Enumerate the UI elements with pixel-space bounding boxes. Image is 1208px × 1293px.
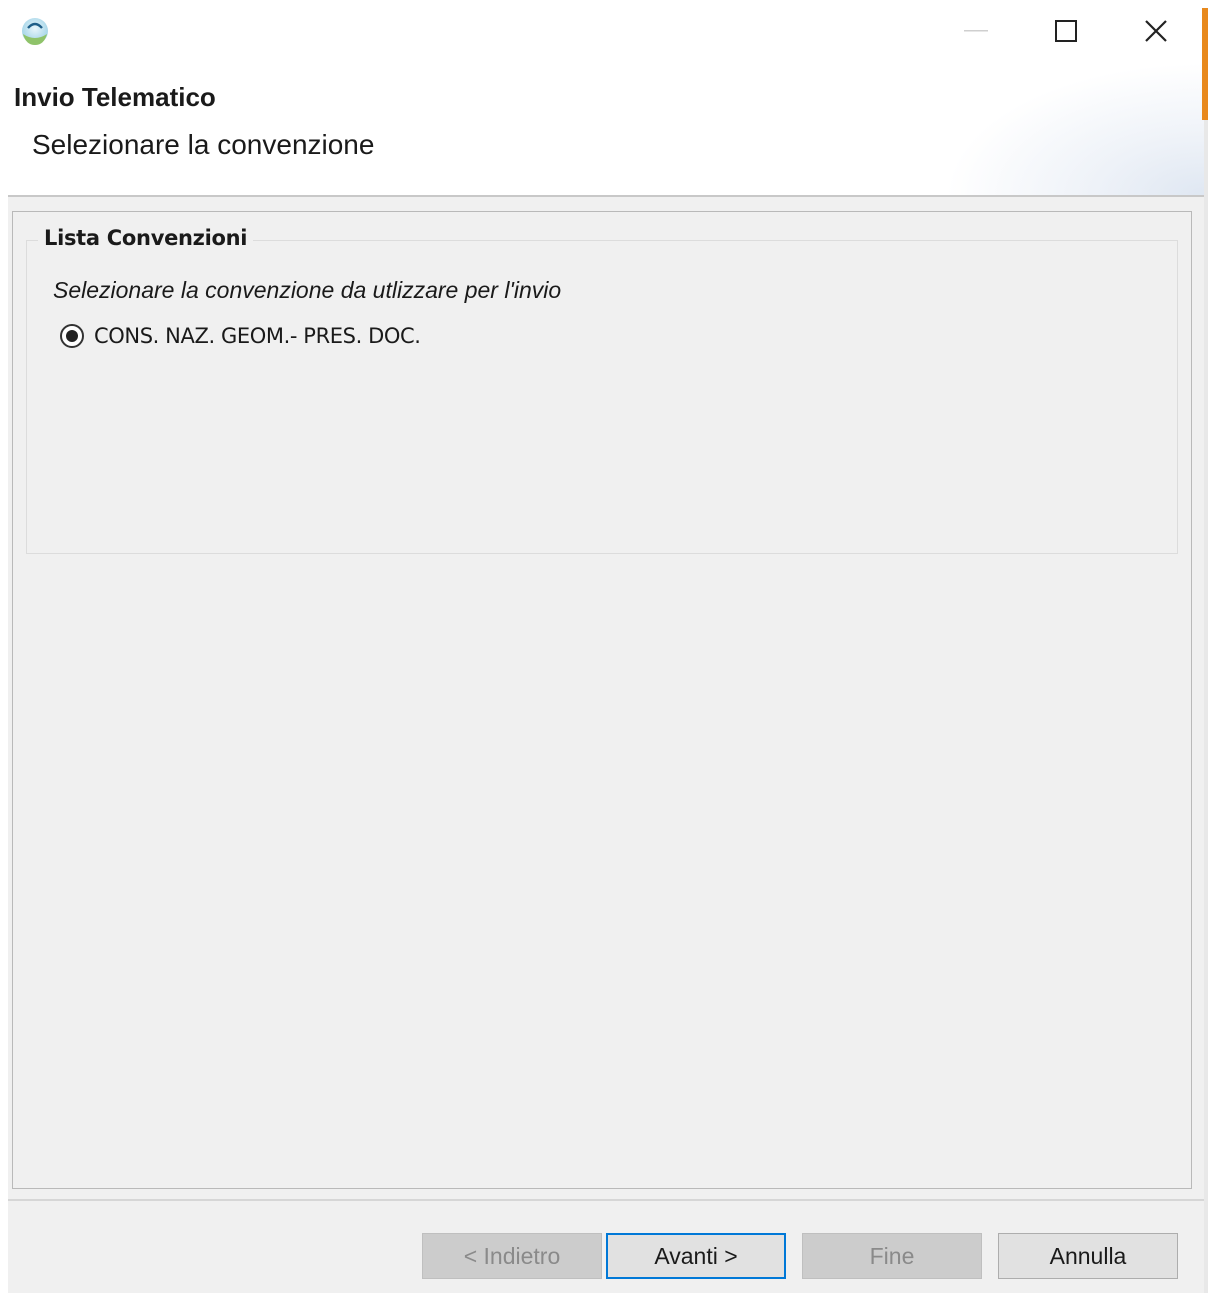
maximize-button[interactable] <box>1020 0 1112 62</box>
page-title: Invio Telematico <box>14 82 216 112</box>
close-button[interactable] <box>1110 0 1202 62</box>
app-logo-icon <box>22 18 48 45</box>
finish-button[interactable]: Fine <box>802 1233 982 1279</box>
cancel-button[interactable]: Annulla <box>998 1233 1178 1279</box>
convention-option-label[interactable]: CONS. NAZ. GEOM.- PRES. DOC. <box>94 324 421 348</box>
wizard-header: Invio Telematico Selezionare la convenzi… <box>0 62 1204 196</box>
footer-separator <box>8 1199 1204 1201</box>
back-button[interactable]: < Indietro <box>422 1233 602 1279</box>
page-subtitle: Selezionare la convenzione <box>32 129 375 160</box>
wizard-window: Invio Telematico Selezionare la convenzi… <box>0 0 1208 1293</box>
radio-button[interactable] <box>60 324 84 348</box>
next-button[interactable]: Avanti > <box>606 1233 786 1279</box>
maximize-icon <box>1055 20 1077 42</box>
title-bar <box>0 0 1208 62</box>
header-decoration <box>944 62 1204 196</box>
right-accent-bar <box>1202 8 1208 120</box>
right-edge <box>1204 120 1208 1293</box>
close-icon <box>1145 20 1167 42</box>
group-description: Selezionare la convenzione da utlizzare … <box>53 277 562 303</box>
minimize-icon <box>964 30 988 32</box>
radio-selected-dot <box>66 330 78 342</box>
group-legend: Lista Convenzioni <box>38 226 254 250</box>
convention-option[interactable]: CONS. NAZ. GEOM.- PRES. DOC. <box>60 324 421 348</box>
minimize-button[interactable] <box>930 0 1022 62</box>
